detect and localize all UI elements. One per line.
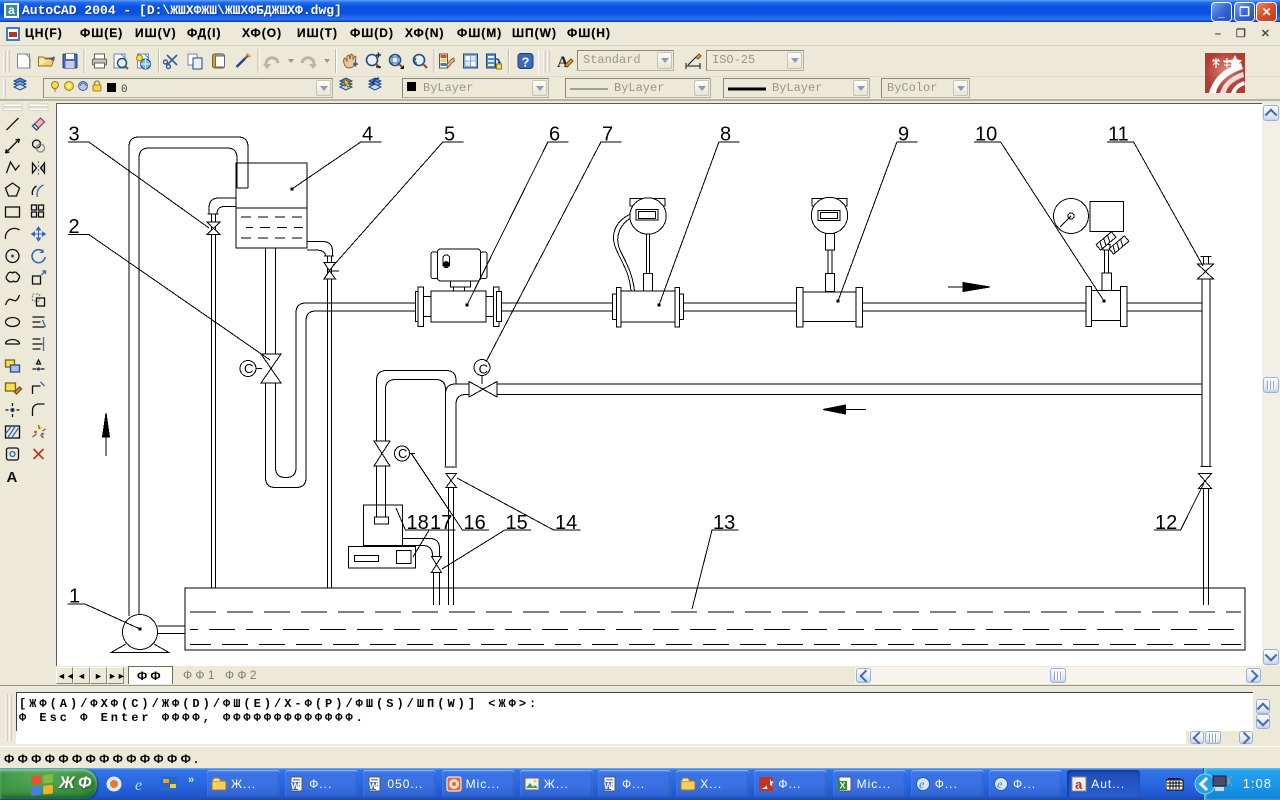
svg-text:e: e — [997, 777, 1003, 791]
svg-text:4: 4 — [362, 124, 373, 146]
svg-text:12: 12 — [1155, 512, 1177, 534]
svg-text:?: ? — [522, 55, 530, 70]
svg-text:7: 7 — [602, 124, 613, 146]
svg-text:10: 10 — [975, 124, 997, 146]
svg-text:1: 1 — [69, 586, 80, 608]
svg-text:11: 11 — [1108, 124, 1129, 146]
svg-text:a: a — [1075, 777, 1083, 792]
svg-text:8: 8 — [720, 124, 731, 146]
svg-text:e: e — [919, 777, 925, 791]
svg-text:13: 13 — [713, 512, 735, 534]
svg-text:C: C — [398, 446, 407, 461]
svg-text:3: 3 — [69, 124, 80, 146]
svg-text:6: 6 — [549, 124, 560, 146]
svg-text:5: 5 — [444, 124, 455, 146]
svg-text:0: 0 — [121, 84, 128, 96]
svg-text:18: 18 — [407, 512, 429, 534]
svg-text:X: X — [839, 781, 845, 791]
svg-text:C: C — [479, 361, 488, 376]
svg-text:17: 17 — [430, 512, 452, 534]
svg-text:W: W — [369, 781, 378, 791]
svg-text:W: W — [291, 781, 300, 791]
svg-text:16: 16 — [464, 512, 486, 534]
svg-text:2: 2 — [69, 216, 80, 238]
svg-text:14: 14 — [555, 512, 577, 534]
svg-text:9: 9 — [898, 124, 909, 146]
svg-text:W: W — [604, 781, 613, 791]
svg-text:15: 15 — [506, 512, 528, 534]
svg-text:C: C — [244, 361, 253, 376]
svg-text:e: e — [135, 777, 142, 793]
svg-text:A: A — [7, 469, 18, 486]
